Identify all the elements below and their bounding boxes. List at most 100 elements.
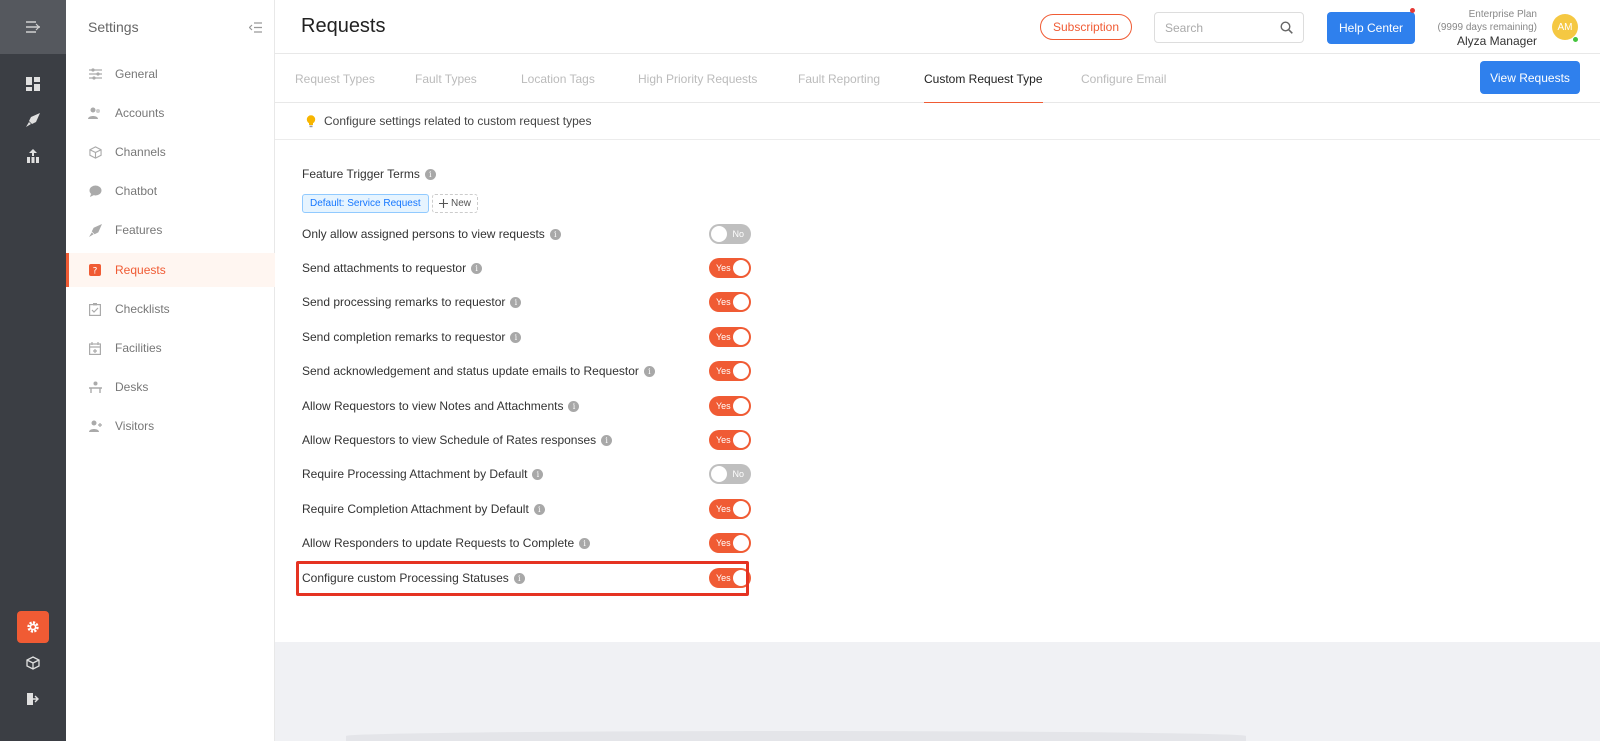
toggle-knob — [733, 535, 749, 551]
view-requests-button[interactable]: View Requests — [1480, 61, 1580, 94]
toggle-state: No — [732, 229, 744, 239]
info-icon[interactable]: i — [510, 331, 522, 343]
setting-label: Allow Requestors to view Schedule of Rat… — [302, 433, 613, 447]
setting-row: Allow Requestors to view Schedule of Rat… — [302, 428, 751, 452]
add-trigger-term-button[interactable]: New — [432, 194, 479, 213]
cube-icon — [88, 145, 102, 159]
setting-row: Send acknowledgement and status update e… — [302, 359, 751, 383]
toggle-knob — [733, 501, 749, 517]
setting-toggle[interactable]: No — [709, 464, 751, 484]
setting-row: Send processing remarks to requestor i Ye… — [302, 290, 751, 314]
online-status-dot — [1572, 36, 1579, 43]
setting-label-text: Send completion remarks to requestor — [302, 330, 506, 344]
setting-label-text: Require Processing Attachment by Default — [302, 467, 528, 481]
sidebar-item-general[interactable]: General — [66, 57, 275, 91]
tab-fault-types[interactable]: Fault Types — [415, 54, 477, 103]
sidebar-item-visitors[interactable]: Visitors — [66, 409, 275, 443]
subscription-button[interactable]: Subscription — [1040, 14, 1132, 40]
setting-label: Require Completion Attachment by Default… — [302, 502, 545, 516]
package-icon[interactable] — [17, 647, 49, 679]
setting-toggle[interactable]: Yes — [709, 258, 751, 278]
info-icon[interactable]: i — [471, 262, 483, 274]
settings-sidebar: Settings General Accounts Channels Chatb… — [66, 0, 275, 741]
default-trigger-tag[interactable]: Default: Service Request — [302, 194, 429, 213]
tab-bar: Request Types Fault Types Location Tags … — [275, 54, 1600, 104]
sidebar-item-accounts[interactable]: Accounts — [66, 96, 275, 130]
setting-toggle[interactable]: Yes — [709, 499, 751, 519]
tab-configure-email[interactable]: Configure Email — [1081, 54, 1166, 103]
menu-toggle-button[interactable] — [0, 0, 66, 54]
setting-toggle[interactable]: Yes — [709, 292, 751, 312]
setting-label-text: Allow Requestors to view Schedule of Rat… — [302, 433, 597, 447]
tab-fault-reporting[interactable]: Fault Reporting — [798, 54, 880, 103]
sidebar-item-desks[interactable]: Desks — [66, 370, 275, 404]
collapse-sidebar-icon[interactable] — [249, 21, 262, 33]
sidebar-header: Settings — [66, 0, 274, 54]
users-icon — [88, 106, 102, 120]
toggle-state: Yes — [716, 504, 731, 514]
info-icon[interactable]: i — [643, 365, 655, 377]
info-icon[interactable]: i — [601, 434, 613, 446]
setting-label: Require Processing Attachment by Default… — [302, 467, 544, 481]
info-icon[interactable]: i — [579, 537, 591, 549]
sidebar-item-label: Chatbot — [115, 184, 158, 198]
rocket-icon — [88, 223, 102, 237]
highlight-box — [296, 561, 749, 596]
setting-toggle[interactable]: Yes — [709, 327, 751, 347]
toggle-state: Yes — [716, 297, 731, 307]
sidebar-item-channels[interactable]: Channels — [66, 135, 275, 169]
tab-high-priority-requests[interactable]: High Priority Requests — [638, 54, 757, 103]
toggle-knob — [733, 432, 749, 448]
setting-label: Send attachments to requestor i — [302, 261, 483, 275]
settings-gear-button[interactable] — [17, 611, 49, 643]
setting-toggle[interactable]: Yes — [709, 430, 751, 450]
info-icon[interactable]: i — [424, 168, 436, 180]
setting-label: Send completion remarks to requestor i — [302, 330, 522, 344]
setting-toggle[interactable]: Yes — [709, 396, 751, 416]
info-icon[interactable]: i — [549, 228, 561, 240]
setting-row: Send attachments to requestor i Yes — [302, 256, 751, 280]
search-input[interactable]: Search — [1154, 12, 1304, 43]
setting-toggle[interactable]: Yes — [709, 361, 751, 381]
user-name: Alyza Manager — [1456, 34, 1537, 48]
info-icon[interactable]: i — [533, 503, 545, 515]
setting-label: Only allow assigned persons to view requ… — [302, 227, 561, 241]
rocket-icon[interactable] — [17, 104, 49, 136]
info-banner: Configure settings related to custom req… — [275, 103, 1600, 140]
visitor-icon — [88, 419, 102, 433]
tab-request-types[interactable]: Request Types — [295, 54, 375, 103]
logout-icon[interactable] — [17, 683, 49, 715]
plan-days-remaining: (9999 days remaining) — [1437, 22, 1538, 33]
info-icon[interactable]: i — [568, 400, 580, 412]
toggle-knob — [711, 226, 727, 242]
toggle-state: No — [732, 469, 744, 479]
analytics-icon[interactable] — [17, 140, 49, 172]
gear-icon — [27, 621, 39, 633]
toggle-knob — [733, 398, 749, 414]
info-icon[interactable]: i — [532, 468, 544, 480]
dashboard-icon[interactable] — [17, 68, 49, 100]
sidebar-item-facilities[interactable]: Facilities — [66, 331, 275, 365]
info-icon[interactable]: i — [510, 296, 522, 308]
setting-row: Allow Requestors to view Notes and Attac… — [302, 394, 751, 418]
sidebar-item-features[interactable]: Features — [66, 213, 275, 247]
toggle-knob — [733, 363, 749, 379]
sidebar-item-checklists[interactable]: Checklists — [66, 292, 275, 326]
help-center-button[interactable]: Help Center — [1327, 12, 1415, 44]
setting-label-text: Send acknowledgement and status update e… — [302, 364, 639, 378]
sidebar-item-requests[interactable]: ? Requests — [66, 253, 275, 287]
calendar-icon — [88, 341, 102, 355]
search-icon[interactable] — [1280, 21, 1293, 34]
toggle-state: Yes — [716, 538, 731, 548]
sidebar-item-label: Accounts — [115, 106, 165, 120]
tab-location-tags[interactable]: Location Tags — [521, 54, 595, 103]
toggle-knob — [733, 260, 749, 276]
lightbulb-icon — [306, 114, 316, 127]
page-title: Requests — [301, 15, 386, 37]
tab-custom-request-type[interactable]: Custom Request Type — [924, 54, 1043, 104]
setting-toggle[interactable]: No — [709, 224, 751, 244]
setting-toggle[interactable]: Yes — [709, 533, 751, 553]
sidebar-item-chatbot[interactable]: Chatbot — [66, 174, 275, 208]
checklist-icon — [88, 302, 102, 316]
setting-label-text: Require Completion Attachment by Default — [302, 502, 529, 516]
